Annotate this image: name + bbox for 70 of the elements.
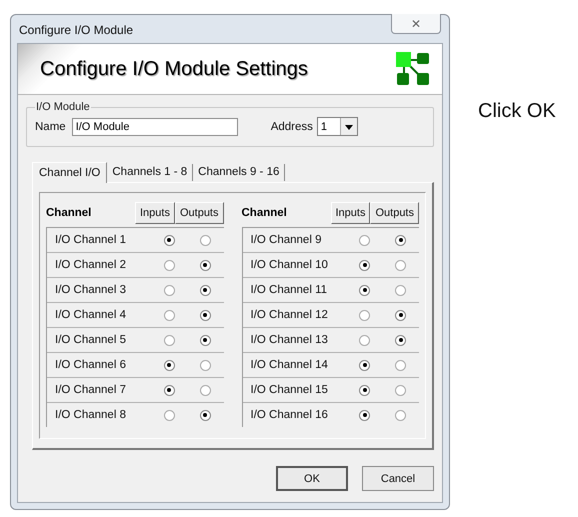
radio-button[interactable] <box>395 360 406 370</box>
radio-button[interactable] <box>395 234 406 246</box>
radio-button[interactable] <box>359 284 370 296</box>
cancel-button[interactable]: Cancel <box>362 466 434 491</box>
window-title: Configure I/O Module <box>19 23 134 37</box>
banner-title: Configure I/O Module Settings <box>40 58 308 80</box>
radio-button[interactable] <box>359 260 370 270</box>
radio-button[interactable] <box>164 360 174 370</box>
radio-button[interactable] <box>200 234 210 246</box>
radio-button[interactable] <box>200 284 210 296</box>
radio-button[interactable] <box>359 360 370 370</box>
tab[interactable]: Channels 1 - 8 <box>107 164 194 181</box>
column-heading: Channel <box>46 207 92 219</box>
channel-name: I/O Channel 16 <box>250 409 329 421</box>
channel-name: I/O Channel 1 <box>54 234 127 246</box>
channel-name: I/O Channel 11 <box>250 284 328 296</box>
radio-button[interactable] <box>200 384 210 396</box>
radio-button[interactable] <box>164 284 174 296</box>
name-label: Name <box>35 120 66 132</box>
radio-button[interactable] <box>359 384 370 396</box>
tab[interactable]: Channel I/O <box>32 162 108 183</box>
channel-name: I/O Channel 10 <box>250 259 329 271</box>
column-header-button[interactable]: Inputs <box>330 202 370 224</box>
radio-button[interactable] <box>200 310 210 320</box>
column-header-button[interactable]: Inputs <box>135 202 175 224</box>
caret-icon <box>340 118 357 135</box>
channel-name: I/O Channel 12 <box>250 309 329 321</box>
channel-name: I/O Channel 8 <box>54 409 127 421</box>
channel-name: I/O Channel 13 <box>250 334 329 346</box>
group-legend: I/O Module <box>35 101 91 113</box>
radio-button[interactable] <box>359 234 370 246</box>
channel-name: I/O Channel 4 <box>54 309 127 321</box>
channel-name: I/O Channel 14 <box>250 359 329 371</box>
radio-button[interactable] <box>164 260 174 270</box>
address-dropdown[interactable]: 1 <box>316 117 358 136</box>
channel-name: I/O Channel 9 <box>250 234 322 246</box>
channel-name: I/O Channel 3 <box>54 284 127 296</box>
radio-button[interactable] <box>395 284 406 296</box>
radio-button[interactable] <box>164 384 174 396</box>
tab[interactable]: Channels 9 - 16 <box>193 164 286 181</box>
instruction-text: Click OK <box>478 100 556 123</box>
radio-button[interactable] <box>200 334 210 346</box>
radio-button[interactable] <box>359 410 370 420</box>
ok-button[interactable]: OK <box>276 466 348 491</box>
radio-button[interactable] <box>200 360 210 370</box>
column-heading: Channel <box>242 207 288 219</box>
name-field[interactable]: I/O Module <box>72 118 238 136</box>
channel-name: I/O Channel 15 <box>250 384 329 396</box>
radio-button[interactable] <box>395 410 406 420</box>
channel-name: I/O Channel 7 <box>54 384 127 396</box>
network-icon <box>396 52 430 86</box>
channel-name: I/O Channel 6 <box>54 359 127 371</box>
radio-button[interactable] <box>164 234 174 246</box>
column-header-button[interactable]: Outputs <box>174 202 224 224</box>
radio-button[interactable] <box>200 410 210 420</box>
channel-name: I/O Channel 2 <box>54 259 127 271</box>
radio-button[interactable] <box>359 334 370 346</box>
radio-button[interactable] <box>395 310 406 320</box>
radio-button[interactable] <box>395 260 406 270</box>
radio-button[interactable] <box>164 410 174 420</box>
close-button[interactable]: ✕ <box>391 14 441 34</box>
radio-button[interactable] <box>200 260 210 270</box>
radio-button[interactable] <box>395 334 406 346</box>
radio-button[interactable] <box>359 310 370 320</box>
channel-name: I/O Channel 5 <box>54 334 127 346</box>
address-label: Address <box>270 120 313 132</box>
radio-button[interactable] <box>164 334 174 346</box>
column-header-button[interactable]: Outputs <box>370 202 419 224</box>
radio-button[interactable] <box>164 310 174 320</box>
radio-button[interactable] <box>395 384 406 396</box>
